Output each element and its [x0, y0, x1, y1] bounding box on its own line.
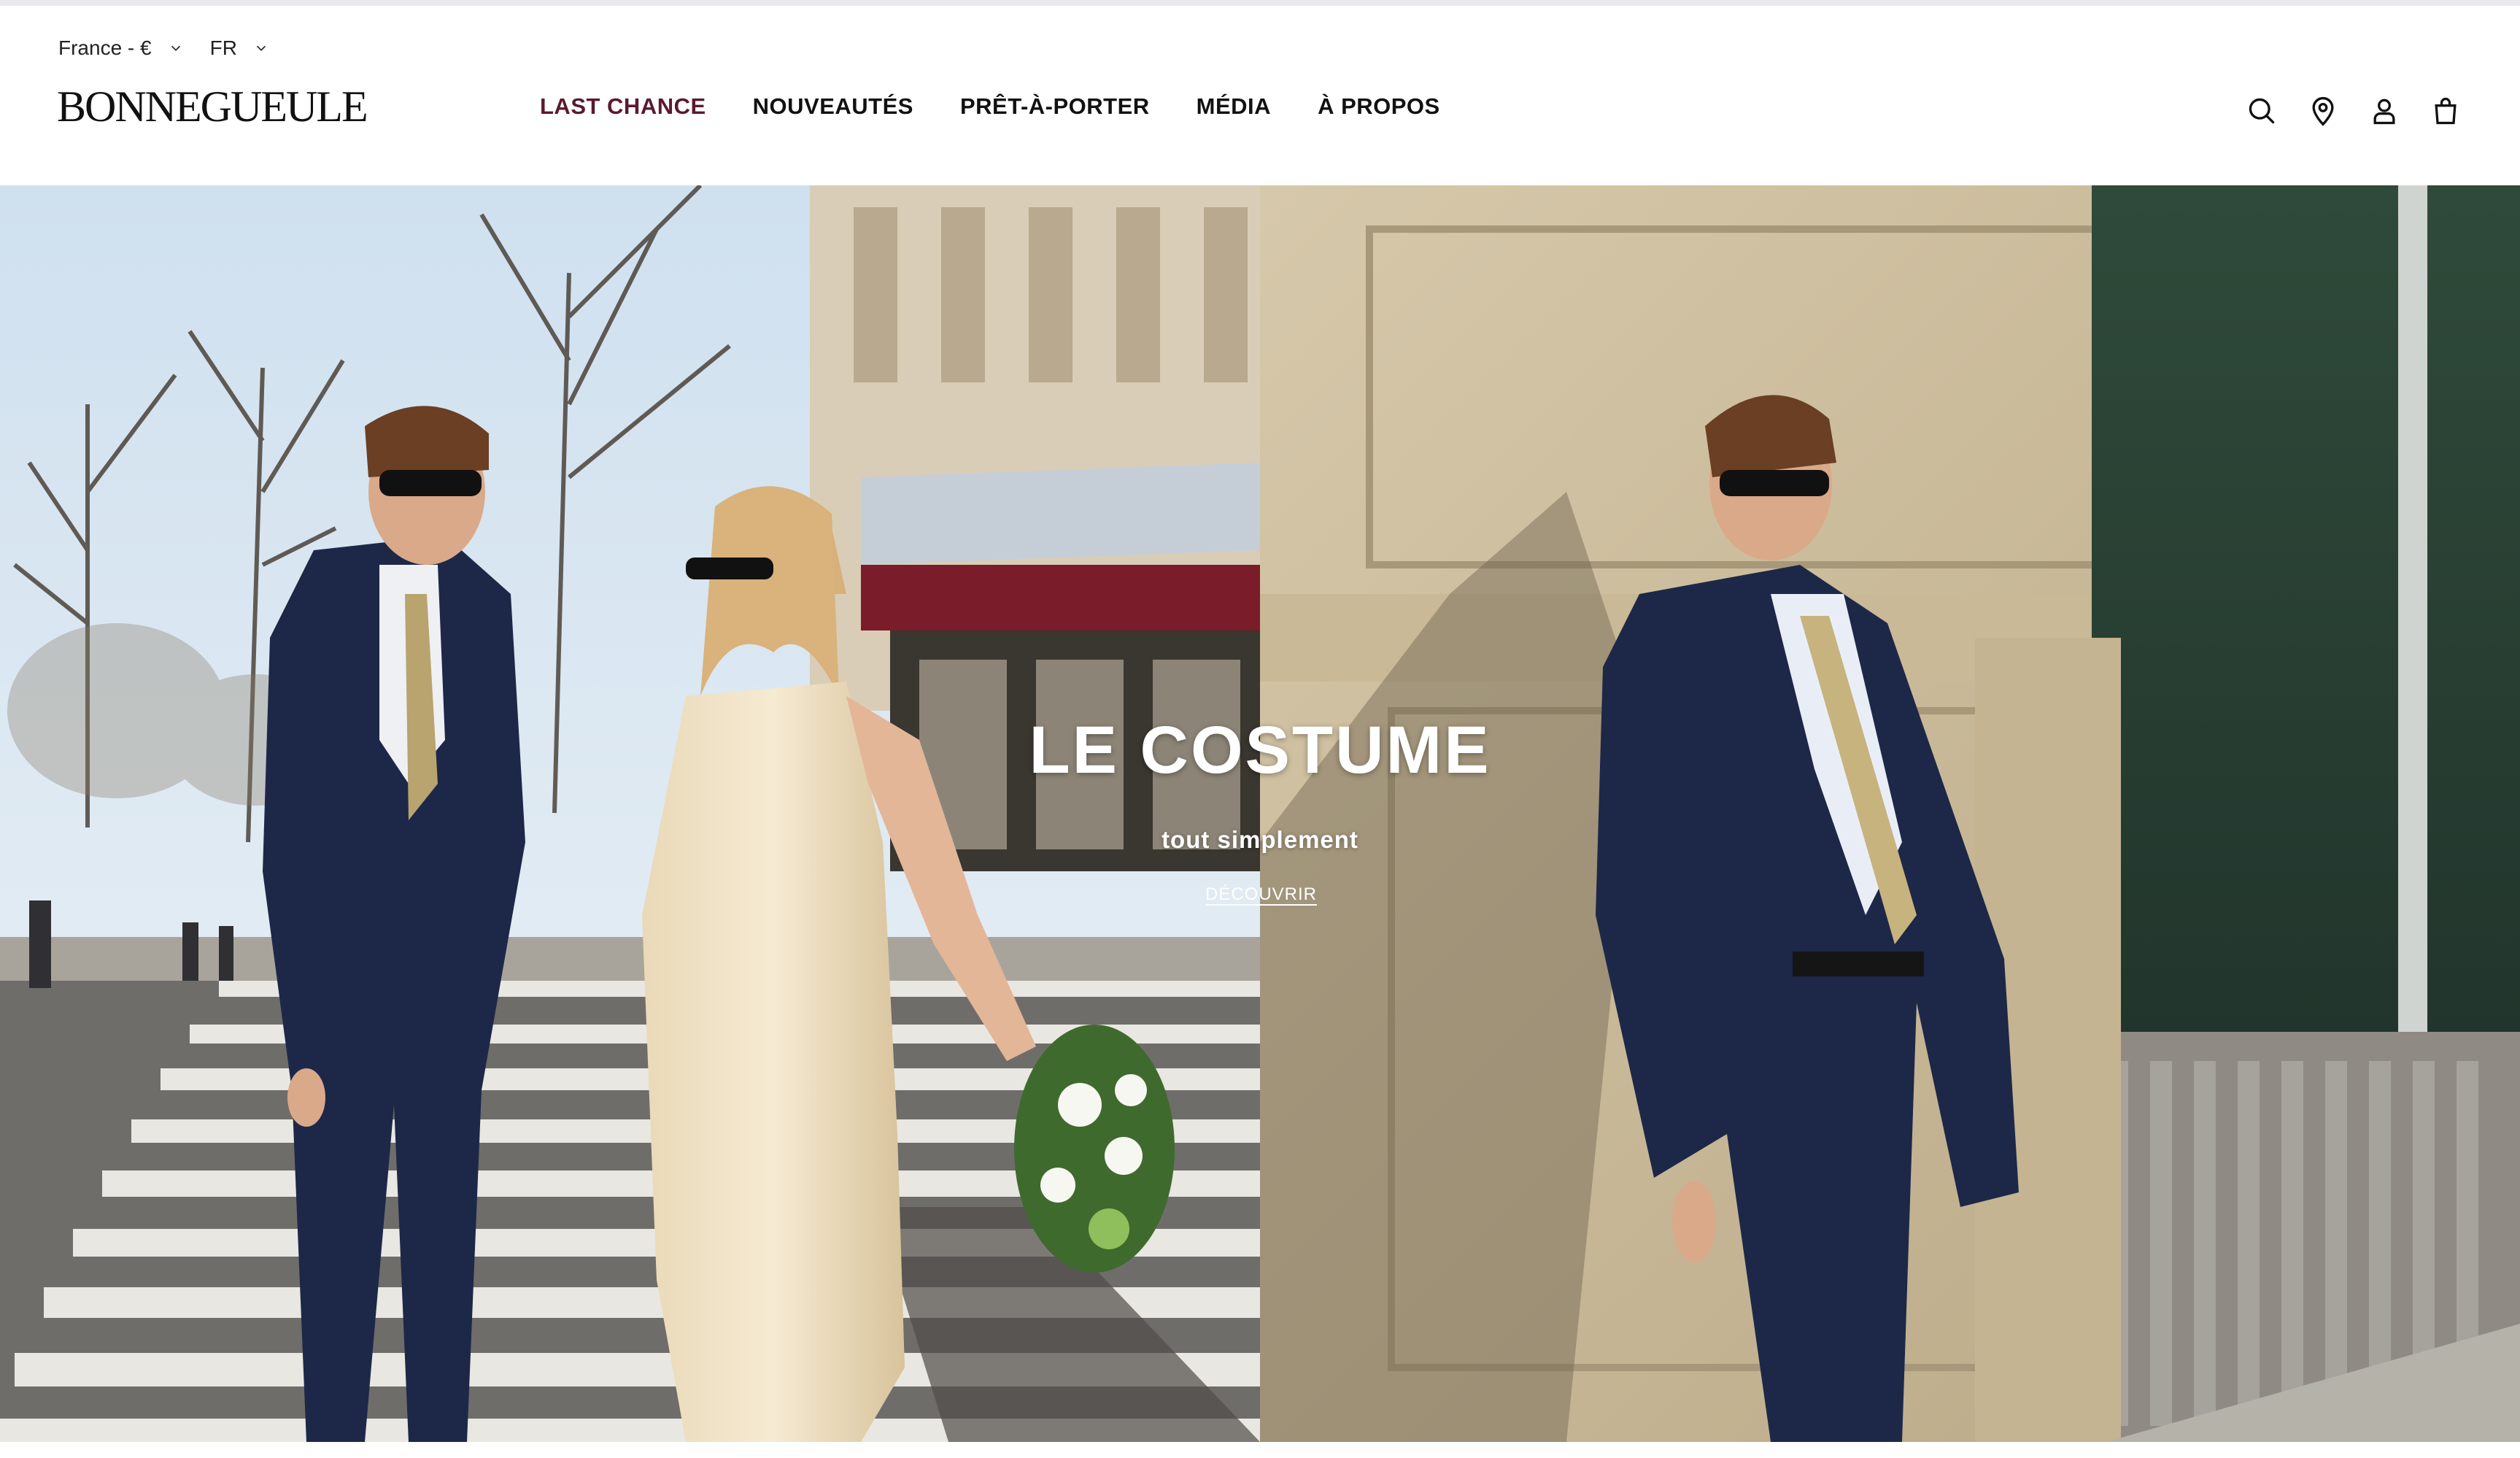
nav-item-last-chance[interactable]: LAST CHANCE: [540, 93, 706, 120]
nav-item-media[interactable]: MÉDIA: [1197, 93, 1271, 120]
site-header: France - € FR BONNEGUEULE LAST CHANCE NO…: [0, 6, 2520, 185]
account-icon[interactable]: [2368, 95, 2400, 127]
language-selector[interactable]: FR: [210, 36, 269, 60]
locale-bar: France - € FR: [58, 36, 269, 60]
chevron-down-icon: [256, 45, 266, 52]
country-label: France - €: [58, 36, 152, 59]
cart-icon[interactable]: [2430, 95, 2462, 127]
hero-image-right: [1260, 185, 2520, 1442]
top-border: [0, 0, 2520, 6]
language-label: FR: [209, 36, 237, 59]
hero-banner[interactable]: LE COSTUME tout simplement DÉCOUVRIR: [0, 185, 2520, 1442]
store-locator-icon[interactable]: [2307, 95, 2339, 127]
header-icons: [2246, 95, 2462, 127]
nav-item-pret-a-porter[interactable]: PRÊT-À-PORTER: [960, 93, 1150, 120]
main-nav: LAST CHANCE NOUVEAUTÉS PRÊT-À-PORTER MÉD…: [540, 93, 1440, 120]
nav-item-nouveautes[interactable]: NOUVEAUTÉS: [753, 93, 913, 120]
nav-item-a-propos[interactable]: À PROPOS: [1318, 93, 1440, 120]
hero-image-left: [0, 185, 1260, 1442]
chevron-down-icon: [171, 45, 180, 52]
bottom-strip: [0, 1442, 2520, 1458]
brand-logo[interactable]: BONNEGUEULE: [57, 82, 368, 132]
discover-link[interactable]: DÉCOUVRIR: [1205, 884, 1316, 905]
search-icon[interactable]: [2246, 95, 2278, 127]
country-selector[interactable]: France - €: [58, 36, 184, 60]
